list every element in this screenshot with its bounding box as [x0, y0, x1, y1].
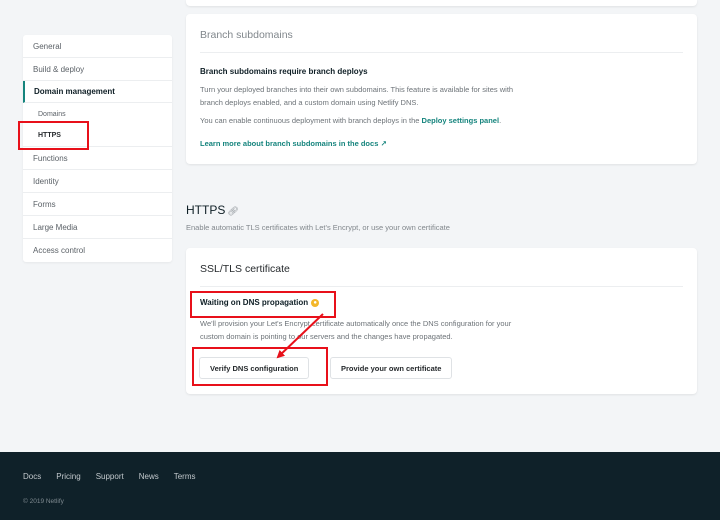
deploy-settings-link[interactable]: Deploy settings panel — [422, 116, 500, 125]
ssl-card-title: SSL/TLS certificate — [200, 263, 290, 275]
branch-subdomains-card: Branch subdomains Branch subdomains requ… — [186, 14, 697, 164]
sidebar-item-build-deploy[interactable]: Build & deploy — [23, 58, 172, 81]
https-section-title: HTTPS 🔗︎ — [186, 203, 239, 217]
https-title-text: HTTPS — [186, 203, 226, 217]
previous-card-bottom — [186, 0, 697, 6]
sidebar-item-identity[interactable]: Identity — [23, 170, 172, 193]
https-section-description: Enable automatic TLS certificates with L… — [186, 223, 450, 232]
branch-description-line1: Turn your deployed branches into their o… — [200, 85, 514, 94]
card-title: Branch subdomains — [200, 29, 293, 41]
footer-link-news[interactable]: News — [139, 472, 159, 481]
sidebar-item-functions[interactable]: Functions — [23, 147, 172, 170]
footer-link-support[interactable]: Support — [96, 472, 124, 481]
sidebar-subitem-domains[interactable]: Domains — [23, 103, 172, 125]
deploy-settings-suffix: . — [499, 116, 502, 125]
card-divider — [200, 52, 683, 53]
sidebar-item-general[interactable]: General — [23, 35, 172, 58]
branch-deploy-settings-text: You can enable continuous deployment wit… — [200, 114, 501, 127]
branch-subtitle: Branch subdomains require branch deploys — [200, 67, 368, 76]
verify-dns-button[interactable]: Verify DNS configuration — [199, 357, 310, 379]
pending-icon: ● — [311, 298, 320, 307]
site-footer: Docs Pricing Support News Terms © 2019 N… — [0, 452, 720, 520]
dns-status-text: Waiting on DNS propagation — [200, 298, 309, 307]
card-divider — [200, 286, 683, 287]
copyright: © 2019 Netlify — [23, 498, 64, 505]
branch-description-line2: branch deploys enabled, and a custom dom… — [200, 98, 419, 107]
settings-sidebar: General Build & deploy Domain management… — [23, 35, 172, 262]
link-icon[interactable]: 🔗︎ — [227, 206, 238, 216]
provide-own-certificate-button[interactable]: Provide your own certificate — [330, 357, 453, 379]
footer-link-docs[interactable]: Docs — [23, 472, 41, 481]
sidebar-subitem-https[interactable]: HTTPS — [23, 125, 172, 147]
ssl-description: We'll provision your Let's Encrypt certi… — [200, 317, 600, 343]
footer-links: Docs Pricing Support News Terms — [23, 472, 196, 481]
ssl-certificate-card: SSL/TLS certificate Waiting on DNS propa… — [186, 248, 697, 394]
learn-more-branch-subdomains-link[interactable]: Learn more about branch subdomains in th… — [200, 139, 387, 148]
ssl-description-line2: custom domain is pointing to our servers… — [200, 332, 453, 341]
sidebar-item-access-control[interactable]: Access control — [23, 239, 172, 262]
ssl-description-line1: We'll provision your Let's Encrypt certi… — [200, 319, 512, 328]
footer-link-pricing[interactable]: Pricing — [56, 472, 80, 481]
sidebar-item-forms[interactable]: Forms — [23, 193, 172, 216]
deploy-settings-prefix: You can enable continuous deployment wit… — [200, 116, 422, 125]
sidebar-item-large-media[interactable]: Large Media — [23, 216, 172, 239]
sidebar-item-domain-management[interactable]: Domain management — [23, 81, 172, 103]
dns-status: Waiting on DNS propagation ● — [200, 298, 320, 307]
footer-link-terms[interactable]: Terms — [174, 472, 196, 481]
